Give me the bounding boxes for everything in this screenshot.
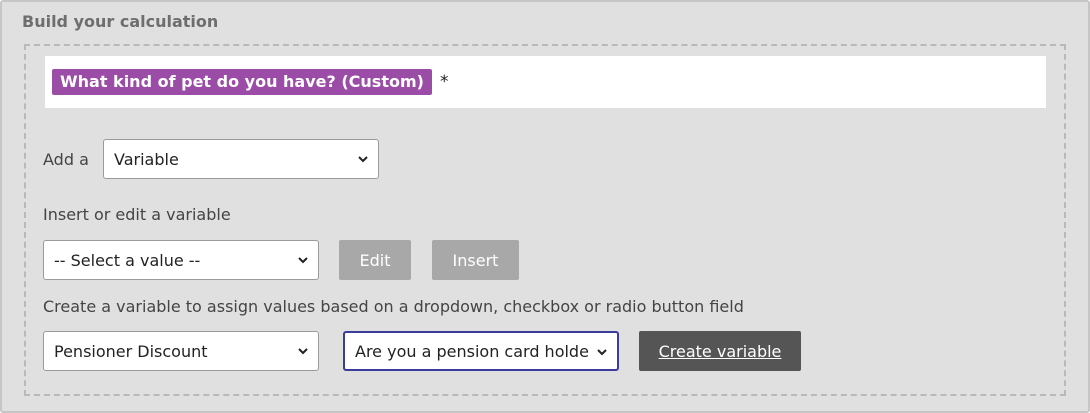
chevron-down-icon [298,348,308,355]
variable-select-value: -- Select a value -- [54,250,201,270]
create-variable-label: Create a variable to assign values based… [43,297,744,316]
multiply-operator: * [439,72,449,92]
variable-select[interactable]: -- Select a value -- [43,240,319,280]
source-field-select[interactable]: Are you a pension card holder? [343,331,619,371]
new-variable-value: Pensioner Discount [54,341,208,361]
add-label: Add a [43,150,89,169]
source-field-value: Are you a pension card holder? [355,341,589,361]
chevron-down-icon [298,257,308,264]
field-token[interactable]: What kind of pet do you have? (Custom) [52,69,432,95]
add-type-value: Variable [114,149,179,169]
calculation-builder-panel: Build your calculation What kind of pet … [0,0,1090,413]
new-variable-select[interactable]: Pensioner Discount [43,331,319,371]
edit-button[interactable]: Edit [339,240,411,280]
chevron-down-icon [358,156,368,163]
insert-button[interactable]: Insert [432,240,519,280]
add-type-select[interactable]: Variable [103,139,379,179]
chevron-down-icon [597,349,607,356]
create-variable-button[interactable]: Create variable [639,331,801,371]
section-title: Build your calculation [22,12,219,31]
formula-editor[interactable]: What kind of pet do you have? (Custom) * [45,56,1046,108]
insert-edit-label: Insert or edit a variable [43,205,231,224]
